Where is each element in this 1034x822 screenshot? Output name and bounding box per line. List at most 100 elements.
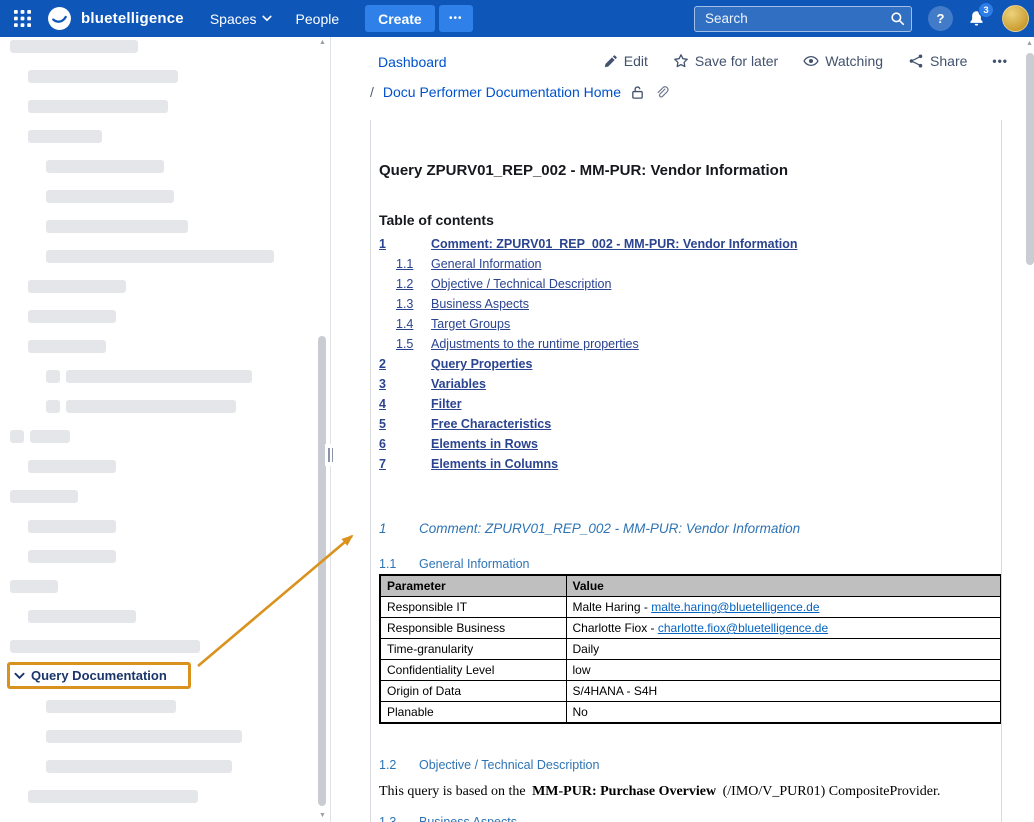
toc-number-link[interactable]: 1.3	[379, 294, 431, 314]
sidebar-skeleton-item[interactable]	[28, 610, 136, 623]
bluetelligence-logo-icon[interactable]	[47, 6, 72, 31]
unlock-icon[interactable]	[630, 85, 645, 100]
sidebar-skeleton-item[interactable]	[66, 400, 236, 413]
sidebar-skeleton-item[interactable]	[28, 70, 178, 83]
sidebar-skeleton-item[interactable]	[10, 490, 78, 503]
breadcrumb-current[interactable]: Docu Performer Documentation Home	[383, 84, 621, 100]
section-heading-1-2: 1.2Objective / Technical Description	[379, 758, 1001, 773]
parameter-cell: Confidentiality Level	[380, 660, 566, 681]
parameter-cell: Origin of Data	[380, 681, 566, 702]
toc-number-link[interactable]: 1	[379, 234, 431, 254]
email-link[interactable]: charlotte.fiox@bluetelligence.de	[658, 621, 828, 635]
app-switcher-icon[interactable]	[14, 10, 31, 27]
top-navigation-bar: bluetelligence Spaces People Create ••• …	[0, 0, 1034, 37]
sidebar-resize-handle[interactable]	[325, 444, 336, 466]
toc-label-link[interactable]: Target Groups	[431, 317, 510, 331]
scroll-down-icon[interactable]: ▼	[319, 812, 326, 819]
section-number: 1.1	[379, 557, 419, 572]
breadcrumb-dashboard[interactable]: Dashboard	[378, 54, 447, 70]
attachment-paperclip-icon[interactable]	[654, 85, 669, 100]
page-more-button[interactable]: •••	[992, 54, 1008, 68]
user-avatar[interactable]	[1002, 5, 1029, 32]
toc-label-link[interactable]: Business Aspects	[431, 297, 529, 311]
toc-number-link[interactable]: 3	[379, 374, 431, 394]
toc-label-link[interactable]: Objective / Technical Description	[431, 277, 611, 291]
sidebar-scrollbar-thumb[interactable]	[318, 336, 326, 806]
sidebar-skeleton-item[interactable]	[10, 430, 24, 443]
toc-label-link[interactable]: Query Properties	[431, 357, 532, 371]
sidebar-skeleton-item[interactable]	[46, 400, 60, 413]
create-button[interactable]: Create	[365, 5, 435, 32]
nav-spaces[interactable]: Spaces	[210, 11, 272, 27]
toc-number-link[interactable]: 1.4	[379, 314, 431, 334]
value-cell: Malte Haring - malte.haring@bluetelligen…	[566, 597, 1001, 618]
search-input[interactable]	[694, 6, 912, 32]
toc-label-link[interactable]: Comment: ZPURV01_REP_002 - MM-PUR: Vendo…	[431, 237, 798, 251]
sidebar-skeleton-item[interactable]	[46, 220, 188, 233]
scroll-up-icon[interactable]: ▲	[319, 39, 326, 46]
toc-label-link[interactable]: General Information	[431, 257, 541, 271]
email-link[interactable]: malte.haring@bluetelligence.de	[651, 600, 819, 614]
sidebar-skeleton-item[interactable]	[28, 100, 168, 113]
toc-number-link[interactable]: 7	[379, 454, 431, 474]
content-scrollbar-thumb[interactable]	[1026, 53, 1034, 265]
section-number: 1.3	[379, 815, 419, 822]
toc-number-link[interactable]: 6	[379, 434, 431, 454]
sidebar-skeleton-item[interactable]	[66, 370, 252, 383]
notification-badge: 3	[978, 2, 994, 18]
notifications-button[interactable]: 3	[968, 10, 985, 27]
save-for-later-label: Save for later	[695, 53, 778, 69]
create-more-button[interactable]: •••	[439, 5, 473, 32]
toc-number-link[interactable]: 5	[379, 414, 431, 434]
toc-number-link[interactable]: 1.5	[379, 334, 431, 354]
sidebar-skeleton-item[interactable]	[28, 520, 116, 533]
scroll-up-icon[interactable]: ▲	[1026, 40, 1033, 47]
toc-label-link[interactable]: Free Characteristics	[431, 417, 551, 431]
breadcrumb-separator: /	[370, 84, 374, 100]
toc-number-link[interactable]: 1.2	[379, 274, 431, 294]
sidebar-skeleton-item[interactable]	[28, 550, 116, 563]
edit-button[interactable]: Edit	[603, 53, 648, 69]
section-title: Comment: ZPURV01_REP_002 - MM-PUR: Vendo…	[419, 521, 800, 536]
sidebar-skeleton-item[interactable]	[28, 280, 126, 293]
sidebar-skeleton-item[interactable]	[28, 790, 198, 803]
toc-label-link[interactable]: Elements in Columns	[431, 457, 558, 471]
search-box	[694, 6, 912, 32]
nav-people[interactable]: People	[296, 11, 340, 27]
value-cell: Daily	[566, 639, 1001, 660]
sidebar-skeleton-item[interactable]	[46, 190, 174, 203]
sidebar-skeleton-item[interactable]	[46, 730, 242, 743]
toc-entry: 1Comment: ZPURV01_REP_002 - MM-PUR: Vend…	[379, 234, 1001, 254]
sidebar-skeleton-item[interactable]	[46, 760, 232, 773]
sidebar-skeleton-item[interactable]	[28, 130, 102, 143]
sidebar-skeleton-item[interactable]	[28, 340, 106, 353]
value-text: S/4HANA - S4H	[573, 684, 658, 698]
watching-button[interactable]: Watching	[803, 53, 883, 69]
sidebar-skeleton-item[interactable]	[10, 640, 200, 653]
sidebar-skeleton-item[interactable]	[46, 250, 274, 263]
sidebar-skeleton-item[interactable]	[46, 160, 164, 173]
sidebar-skeleton-item[interactable]	[28, 310, 116, 323]
search-icon[interactable]	[890, 11, 905, 26]
toc-label-link[interactable]: Filter	[431, 397, 462, 411]
sidebar-skeleton-item[interactable]	[46, 370, 60, 383]
sidebar-skeleton-item[interactable]	[10, 580, 58, 593]
save-for-later-button[interactable]: Save for later	[673, 53, 778, 69]
share-button[interactable]: Share	[908, 53, 967, 69]
help-button[interactable]: ?	[928, 6, 953, 31]
toc-number-link[interactable]: 1.1	[379, 254, 431, 274]
sidebar-skeleton-item[interactable]	[30, 430, 70, 443]
sidebar-skeleton-item[interactable]	[10, 40, 138, 53]
toc-label-link[interactable]: Adjustments to the runtime properties	[431, 337, 639, 351]
table-header-parameter: Parameter	[380, 575, 566, 597]
sidebar-skeleton-item[interactable]	[28, 460, 116, 473]
sidebar-skeleton-item[interactable]	[46, 700, 176, 713]
toc-number-link[interactable]: 4	[379, 394, 431, 414]
pencil-icon	[603, 54, 618, 69]
sidebar-item-query-documentation[interactable]: Query Documentation	[14, 668, 167, 683]
toc-label-link[interactable]: Variables	[431, 377, 486, 391]
table-header-value: Value	[566, 575, 1001, 597]
toc-label-link[interactable]: Elements in Rows	[431, 437, 538, 451]
brand-name[interactable]: bluetelligence	[81, 10, 184, 27]
toc-number-link[interactable]: 2	[379, 354, 431, 374]
